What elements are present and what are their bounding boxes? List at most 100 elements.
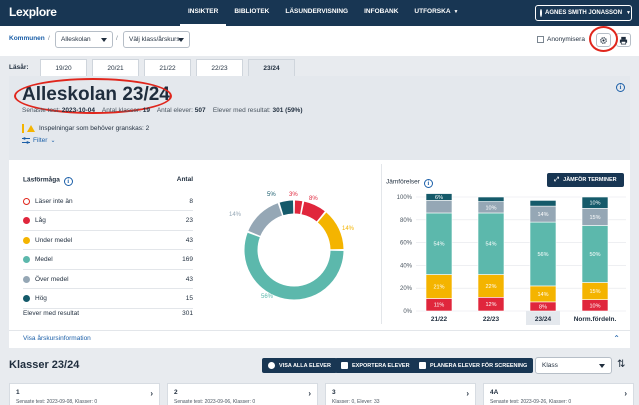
info-icon[interactable]: i	[63, 177, 73, 186]
breadcrumb-separator: /	[116, 35, 118, 42]
y-tick-label: 20%	[400, 286, 413, 292]
plan-screening-label: PLANERA ELEVER FÖR SCREENING	[430, 362, 528, 369]
bar-segment-label: 50%	[589, 252, 600, 258]
filter-bar: Kommunen / Alleskolan / Välj klass/årsku…	[0, 26, 639, 56]
expand-icon: ⤢	[554, 176, 560, 183]
chevron-right-icon: ›	[150, 389, 153, 398]
plan-icon	[419, 362, 426, 369]
user-menu-button[interactable]: AGNES SMITH JONASSON ▼	[535, 5, 632, 21]
tab-23-24[interactable]: 23/24	[248, 59, 295, 76]
export-students-button[interactable]: EXPORTERA ELEVER	[335, 358, 416, 373]
bar-segment-label: 6%	[435, 195, 443, 201]
school-summary-panel: Alleskolan 23/24 Senaste test: 2023-10-0…	[9, 76, 630, 160]
class-card[interactable]: 1 Senaste test: 2023-09-08, Klasser: 0 ›	[9, 383, 160, 405]
chevron-down-icon: ▼	[626, 10, 631, 16]
chevron-down-icon	[178, 38, 184, 42]
level-color-dot	[23, 236, 30, 244]
bar-segment-label: 12%	[485, 302, 496, 308]
highlight-annotation-circle	[589, 26, 618, 52]
donut-slice	[294, 200, 303, 215]
school-year-label: Läsår:	[9, 64, 29, 71]
nav-utforska[interactable]: UTFORSKA ▼	[406, 0, 466, 26]
donut-slice	[301, 201, 325, 222]
bar-segment-label: 10%	[485, 205, 496, 211]
y-tick-label: 80%	[400, 218, 413, 224]
user-avatar-icon	[540, 9, 543, 17]
school-select-value: Alleskolan	[61, 36, 91, 43]
class-select[interactable]: Välj klass/årskurs	[123, 31, 190, 48]
donut-slice-label: 5%	[267, 192, 276, 198]
column-header-antal: Antal	[176, 176, 193, 183]
tab-19-20[interactable]: 19/20	[40, 59, 87, 76]
bar-segment-label: 54%	[485, 242, 496, 248]
tab-21-22[interactable]: 21/22	[144, 59, 191, 76]
class-sort-select[interactable]: Klass	[535, 357, 612, 374]
print-button[interactable]	[616, 33, 631, 47]
info-icon[interactable]: i	[616, 83, 625, 92]
donut-slice	[317, 212, 344, 250]
tab-20-21[interactable]: 20/21	[92, 59, 139, 76]
class-sort-value: Klass	[542, 362, 558, 369]
donut-slice-label: 8%	[309, 196, 318, 202]
nav-utforska-label: UTFORSKA	[414, 8, 451, 15]
chevron-up-icon[interactable]: ⌃	[613, 334, 620, 343]
reading-ability-row: Över medel 43	[23, 270, 193, 289]
class-card[interactable]: 3 Klasser: 0, Elever: 33 ›	[325, 383, 476, 405]
class-card-number: 1	[16, 389, 20, 396]
bar-segment	[425, 200, 453, 214]
bar-segment-label: 15%	[589, 289, 600, 295]
show-grade-info-link[interactable]: Visa årskursinformation	[23, 335, 91, 342]
filter-toggle[interactable]: Filter ⌄	[22, 137, 55, 144]
bar-segment-label: 21%	[433, 284, 444, 290]
chevron-down-icon	[599, 364, 605, 368]
breadcrumb-kommunen[interactable]: Kommunen	[9, 35, 45, 42]
bar-segment-label: 10%	[589, 303, 600, 309]
total-label: Elever med resultat	[23, 310, 79, 317]
comparison-stacked-bar-chart: 0% 20% 40% 60% 80% 100% 11% 21% 54% 6% 21/22 12% 22%…	[397, 193, 626, 325]
anonymize-checkbox[interactable]	[537, 36, 544, 43]
review-warning-text: Inspelningar som behöver granskas: 2	[39, 125, 150, 132]
nav-bibliotek[interactable]: BIBLIOTEK	[226, 0, 277, 26]
school-select[interactable]: Alleskolan	[55, 31, 113, 48]
level-label: Över medel	[35, 275, 69, 283]
y-tick-label: 60%	[400, 241, 413, 247]
class-select-placeholder: Välj klass/årskurs	[129, 36, 180, 43]
nav-lasundervisning[interactable]: LÄSUNDERVISNING	[277, 0, 356, 26]
students-count-value: 507	[194, 107, 206, 114]
lexplore-logo[interactable]: Lexplore	[9, 5, 57, 19]
nav-infobank[interactable]: INFOBANK	[356, 0, 406, 26]
reading-ability-table-header: Läsförmåga i Antal	[23, 176, 193, 186]
breadcrumb-separator: /	[48, 35, 50, 42]
show-all-students-button[interactable]: VISA ALLA ELEVER	[262, 358, 337, 373]
export-students-label: EXPORTERA ELEVER	[352, 362, 410, 369]
class-card[interactable]: 2 Senaste test: 2023-09-06, Klasser: 0 ›	[167, 383, 318, 405]
total-row: Elever med resultat 301	[23, 304, 193, 323]
chevron-right-icon: ›	[624, 389, 627, 398]
level-color-dot	[23, 275, 30, 283]
bar-segment-label: 54%	[433, 242, 444, 248]
last-test-label: Senaste test:	[22, 107, 60, 114]
nav-insikter[interactable]: INSIKTER	[180, 0, 227, 26]
tab-22-23[interactable]: 22/23	[196, 59, 243, 76]
classes-count-value: 19	[142, 107, 150, 114]
chevron-right-icon: ›	[308, 389, 311, 398]
sort-icon[interactable]: ⇅	[617, 359, 625, 370]
info-icon[interactable]: i	[423, 179, 433, 188]
printer-icon	[619, 36, 628, 44]
level-count: 43	[185, 275, 193, 283]
compare-terms-button[interactable]: ⤢ JÄMFÖR TERMINER	[547, 173, 624, 187]
bar-segment	[477, 196, 505, 202]
level-label: Medel	[35, 256, 53, 263]
top-navbar: Lexplore INSIKTER BIBLIOTEK LÄSUNDERVISN…	[0, 0, 639, 26]
review-warning[interactable]: Inspelningar som behöver granskas: 2	[22, 124, 149, 133]
reading-ability-row: Under medel 43	[23, 231, 193, 250]
bar-segment-label: 15%	[589, 215, 600, 221]
bar-segment-label: 14%	[537, 212, 548, 218]
plan-screening-button[interactable]: PLANERA ELEVER FÖR SCREENING	[413, 358, 534, 373]
chevron-down-icon	[101, 38, 107, 42]
class-card[interactable]: 4A Senaste test: 2023-09-26, Klasser: 0 …	[483, 383, 634, 405]
level-label: Låg	[35, 217, 46, 224]
level-color-dot	[23, 217, 30, 224]
anonymize-toggle[interactable]: Anonymisera	[537, 36, 585, 43]
class-card-number: 3	[332, 389, 336, 396]
